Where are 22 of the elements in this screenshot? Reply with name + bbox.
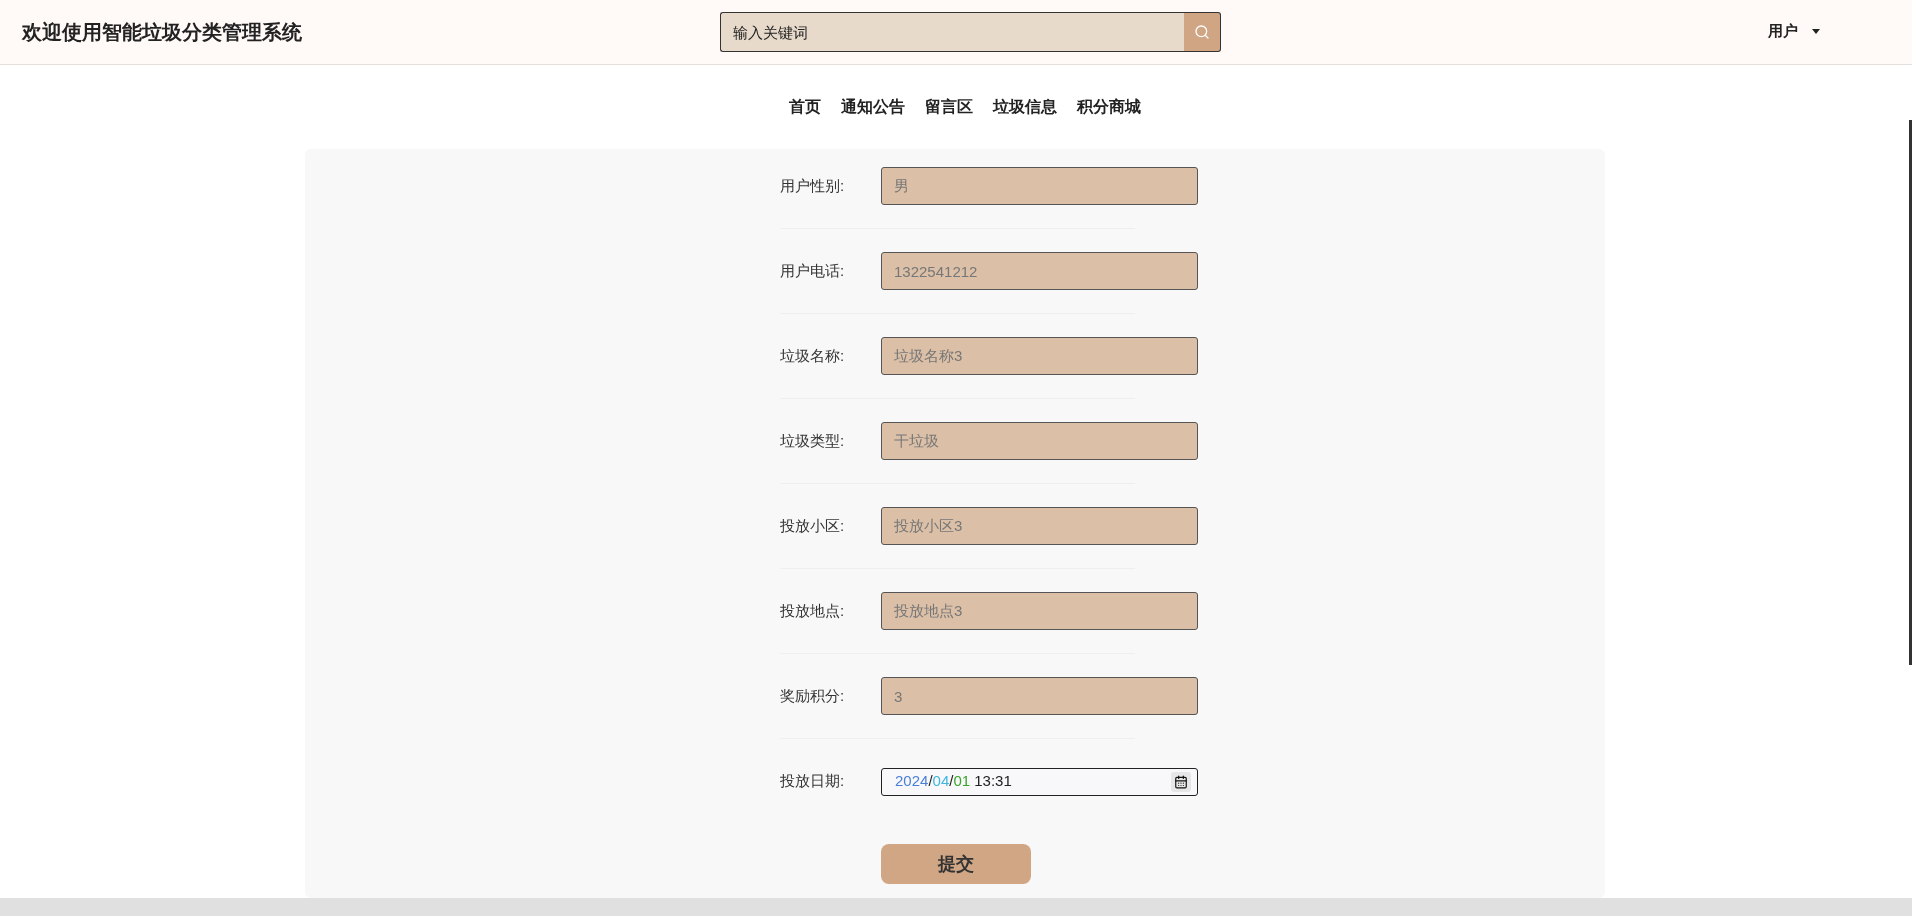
scrollbar-thumb[interactable] <box>1909 120 1912 665</box>
calendar-icon <box>1174 774 1188 789</box>
submit-button[interactable]: 提交 <box>881 844 1031 884</box>
site-title: 欢迎使用智能垃圾分类管理系统 <box>22 20 303 45</box>
calendar-button[interactable] <box>1171 771 1191 792</box>
nav-link[interactable]: 垃圾信息 <box>993 95 1057 119</box>
field-label: 用户性别: <box>780 175 846 196</box>
nav-link[interactable]: 首页 <box>789 95 821 119</box>
nav-link[interactable]: 积分商城 <box>1077 95 1141 119</box>
field-label: 奖励积分: <box>780 685 846 706</box>
caret-icon <box>1812 28 1820 34</box>
user-menu[interactable]: 用户 <box>1768 19 1820 43</box>
field-label: 投放小区: <box>780 515 846 536</box>
nav-link[interactable]: 通知公告 <box>841 95 905 119</box>
date-value: 2024/04/01 13:31 <box>895 771 1012 792</box>
field-label: 投放日期: <box>780 771 846 792</box>
field-label: 用户电话: <box>780 260 846 281</box>
field-label: 垃圾名称: <box>780 345 846 366</box>
date-field[interactable]: 2024/04/01 13:31 <box>881 767 1198 796</box>
field-label: 垃圾类型: <box>780 430 846 451</box>
field-label: 投放地点: <box>780 600 846 621</box>
nav-link[interactable]: 留言区 <box>925 95 973 119</box>
